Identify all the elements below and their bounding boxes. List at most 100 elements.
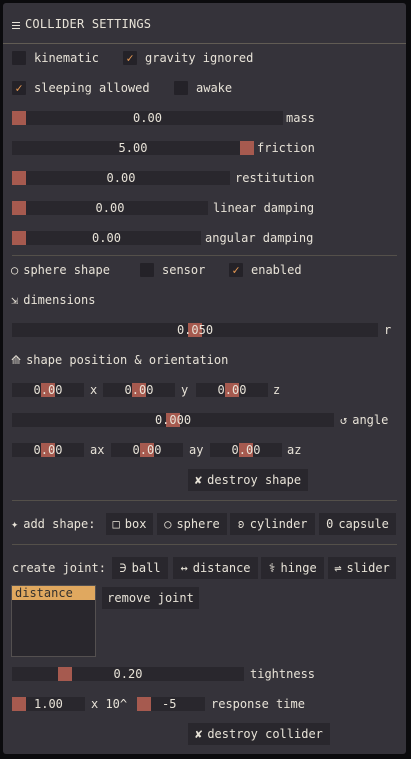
linear-damping-value: 0.00 xyxy=(95,201,125,215)
angular-damping-slider[interactable]: 0.00 xyxy=(12,231,201,245)
angle-slider[interactable]: 0.000 xyxy=(12,413,334,427)
angular-damping-value: 0.00 xyxy=(92,231,121,245)
destroy-collider-button[interactable]: ✘ destroy collider xyxy=(188,723,330,745)
response-time-exponent-handle[interactable] xyxy=(137,697,151,711)
divider xyxy=(12,255,397,256)
panel-title-text: COLLIDER SETTINGS xyxy=(25,17,152,31)
box-icon: □ xyxy=(112,517,120,531)
drag-handle-icon[interactable] xyxy=(12,20,20,29)
gravity-ignored-checkbox[interactable]: ✓ xyxy=(123,51,137,65)
angular-damping-label: angular damping xyxy=(205,231,314,245)
sphere-icon: ○ xyxy=(11,263,19,277)
restitution-slider[interactable]: 0.00 xyxy=(12,171,230,185)
axis-ay-field[interactable]: 0.00 xyxy=(111,443,183,457)
remove-joint-button[interactable]: remove joint xyxy=(102,587,199,609)
hinge-joint-label: hinge xyxy=(280,561,317,575)
enabled-label: enabled xyxy=(251,263,302,277)
divider xyxy=(12,544,397,545)
power-of-ten-label: x 10^ xyxy=(91,697,128,711)
linear-damping-slider[interactable]: 0.00 xyxy=(12,201,208,215)
awake-checkbox[interactable] xyxy=(174,81,188,95)
cylinder-icon: ʚ xyxy=(237,517,245,531)
kinematic-checkbox[interactable] xyxy=(12,51,26,65)
move-icon: ⟰ xyxy=(11,353,22,367)
sphere-icon: ○ xyxy=(164,517,172,531)
add-capsule-button[interactable]: 0 capsule xyxy=(319,513,396,535)
ball-joint-label: ball xyxy=(131,561,161,575)
shape-position-header[interactable]: ⟰ shape position & orientation xyxy=(11,352,228,368)
resize-icon: ⇲ xyxy=(11,293,19,307)
dimensions-header[interactable]: ⇲ dimensions xyxy=(11,292,95,308)
capsule-icon: 0 xyxy=(326,517,334,531)
position-y-label: y xyxy=(181,383,189,397)
ball-joint-icon: ∋ xyxy=(119,561,127,575)
position-y-value: 0.00 xyxy=(124,383,154,397)
panel-title: COLLIDER SETTINGS xyxy=(12,17,151,31)
sleeping-allowed-checkbox[interactable]: ✓ xyxy=(12,81,26,95)
kinematic-label: kinematic xyxy=(34,51,100,65)
mass-value: 0.00 xyxy=(133,111,162,125)
destroy-collider-label: destroy collider xyxy=(207,727,323,741)
delete-icon: ✘ xyxy=(194,473,203,487)
create-slider-joint-button[interactable]: ⇌ slider xyxy=(328,557,396,579)
gravity-ignored-label: gravity ignored xyxy=(145,51,254,65)
mass-slider[interactable]: 0.00 xyxy=(12,111,283,125)
add-sphere-button[interactable]: ○ sphere xyxy=(157,513,227,535)
response-time-mantissa-value: 1.00 xyxy=(34,697,63,711)
sensor-checkbox[interactable] xyxy=(140,263,154,277)
radius-slider[interactable]: 0.050 xyxy=(12,323,378,337)
friction-value: 5.00 xyxy=(118,141,148,155)
position-z-field[interactable]: 0.00 xyxy=(196,383,268,397)
axis-ax-field[interactable]: 0.00 xyxy=(12,443,84,457)
restitution-value: 0.00 xyxy=(106,171,136,185)
sphere-shape-selector[interactable]: ○ sphere shape xyxy=(11,262,110,278)
add-box-button[interactable]: □ box xyxy=(106,513,153,535)
joint-list-item-selected[interactable]: distance xyxy=(12,586,95,600)
slider-joint-label: slider xyxy=(346,561,390,575)
sparkle-icon: ✦ xyxy=(11,517,19,531)
add-cylinder-button[interactable]: ʚ cylinder xyxy=(230,513,315,535)
joint-list[interactable]: distance xyxy=(11,585,96,657)
add-capsule-label: capsule xyxy=(338,517,389,531)
axis-ay-label: ay xyxy=(189,443,204,457)
angle-label-group: ↺ angle xyxy=(340,412,388,428)
angle-label: angle xyxy=(352,413,389,427)
response-time-exponent-field[interactable]: -5 xyxy=(137,697,205,711)
add-shape-label-text: add shape: xyxy=(23,517,96,531)
tightness-slider[interactable]: 0.20 xyxy=(12,667,244,681)
restitution-label: restitution xyxy=(235,171,315,185)
position-x-value: 0.00 xyxy=(33,383,63,397)
divider xyxy=(12,500,397,501)
position-x-label: x xyxy=(90,383,98,397)
response-time-mantissa-handle[interactable] xyxy=(12,697,26,711)
axis-ax-label: ax xyxy=(90,443,105,457)
enabled-checkbox[interactable]: ✓ xyxy=(229,263,243,277)
axis-az-field[interactable]: 0.00 xyxy=(210,443,282,457)
distance-joint-icon: ↔ xyxy=(180,561,188,575)
dimensions-label: dimensions xyxy=(23,293,96,307)
destroy-shape-button[interactable]: ✘ destroy shape xyxy=(188,469,308,491)
destroy-shape-label: destroy shape xyxy=(207,473,302,487)
tightness-value: 0.20 xyxy=(113,667,143,681)
axis-az-value: 0.00 xyxy=(231,443,261,457)
add-cylinder-label: cylinder xyxy=(249,517,308,531)
response-time-mantissa-field[interactable]: 1.00 xyxy=(12,697,85,711)
create-joint-label: create joint: xyxy=(12,561,106,575)
panel-header[interactable]: COLLIDER SETTINGS xyxy=(3,3,406,44)
create-ball-joint-button[interactable]: ∋ ball xyxy=(112,557,168,579)
radius-label: r xyxy=(384,323,392,337)
position-x-field[interactable]: 0.00 xyxy=(12,383,84,397)
create-hinge-joint-button[interactable]: ⚕ hinge xyxy=(261,557,324,579)
delete-icon: ✘ xyxy=(195,727,203,741)
slider-joint-icon: ⇌ xyxy=(334,561,342,575)
hinge-joint-icon: ⚕ xyxy=(268,561,276,575)
axis-ay-value: 0.00 xyxy=(132,443,162,457)
mass-label: mass xyxy=(286,111,315,125)
position-y-field[interactable]: 0.00 xyxy=(103,383,175,397)
create-distance-joint-button[interactable]: ↔ distance xyxy=(173,557,258,579)
linear-damping-label: linear damping xyxy=(213,201,315,215)
sphere-shape-label: sphere shape xyxy=(23,263,110,277)
rotate-icon: ↺ xyxy=(340,413,348,427)
radius-value: 0.050 xyxy=(176,323,214,337)
friction-slider[interactable]: 5.00 xyxy=(12,141,254,155)
